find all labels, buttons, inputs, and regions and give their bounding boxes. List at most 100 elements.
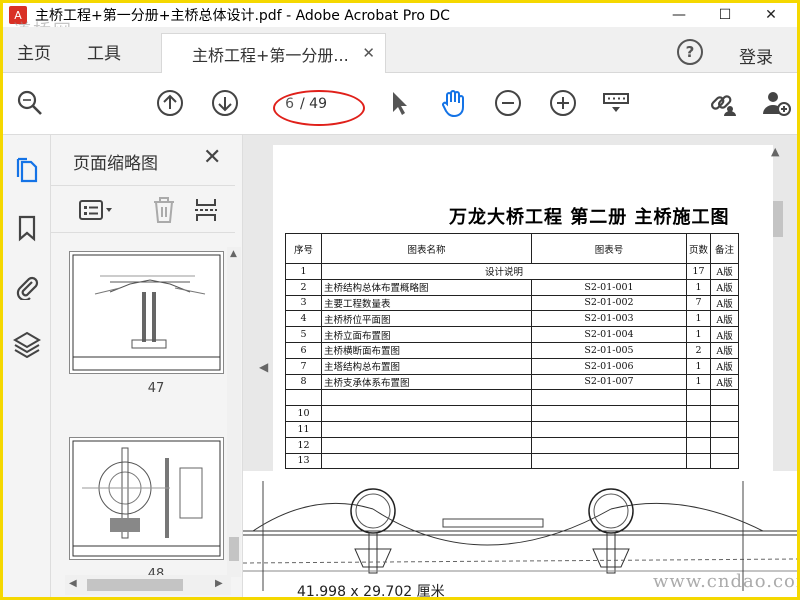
table-cell: 设计说明 bbox=[321, 263, 687, 280]
window-title: 主桥工程+第一分册+主桥总体设计.pdf - Adobe Acrobat Pro… bbox=[35, 8, 450, 24]
hand-tool-icon[interactable] bbox=[438, 88, 468, 118]
table-row: 1 设计说明 17 A版 bbox=[285, 263, 740, 280]
document-vertical-scrollbar[interactable]: ▲ bbox=[767, 145, 791, 475]
scrollbar-thumb[interactable] bbox=[773, 201, 783, 237]
table-cell bbox=[685, 389, 712, 407]
table-cell: 主桥横断面布置图 bbox=[321, 341, 532, 359]
table-cell: 6 bbox=[285, 341, 322, 359]
table-cell: 4 bbox=[285, 310, 322, 328]
table-row: 11 bbox=[285, 420, 740, 438]
table-row: 13 bbox=[285, 452, 740, 470]
login-button[interactable]: 登录 bbox=[739, 43, 773, 68]
zoom-in-icon[interactable] bbox=[548, 88, 578, 118]
table-cell bbox=[710, 405, 740, 422]
table-cell: 1 bbox=[685, 326, 712, 343]
left-icon-strip bbox=[3, 135, 51, 597]
column-header: 序号 bbox=[285, 233, 322, 264]
table-cell: A版 bbox=[710, 373, 740, 391]
scroll-right-icon[interactable]: ▶ bbox=[215, 578, 223, 589]
watermark-bottom: www.cndao.com bbox=[653, 571, 797, 592]
panel-toolbar bbox=[51, 185, 235, 233]
panel-horizontal-scrollbar[interactable]: ◀ ▶ bbox=[65, 575, 231, 595]
table-cell: 10 bbox=[285, 405, 322, 422]
table-row bbox=[285, 389, 740, 407]
page-up-icon[interactable] bbox=[155, 88, 185, 118]
page-down-icon[interactable] bbox=[210, 88, 240, 118]
close-button[interactable]: ✕ bbox=[748, 3, 794, 27]
table-cell: S2-01-005 bbox=[531, 341, 687, 359]
maximize-button[interactable]: ☐ bbox=[702, 3, 748, 27]
title-bar: A 主桥工程+第一分册+主桥总体设计.pdf - Adobe Acrobat P… bbox=[3, 3, 797, 27]
page-thumbnail[interactable] bbox=[69, 251, 224, 374]
table-cell: 13 bbox=[285, 452, 322, 470]
table-cell bbox=[685, 452, 712, 470]
table-cell: S2-01-004 bbox=[531, 326, 687, 343]
table-cell: 主桥桥位平面图 bbox=[321, 310, 532, 328]
table-cell: A版 bbox=[710, 310, 740, 328]
table-cell: S2-01-001 bbox=[531, 278, 687, 296]
scroll-up-icon[interactable]: ▲ bbox=[771, 145, 779, 158]
tab-bar: 主页 工具 主桥工程+第一分册... ✕ ? 登录 bbox=[3, 27, 797, 73]
scroll-up-icon[interactable]: ▲ bbox=[230, 249, 237, 259]
table-cell: A版 bbox=[710, 278, 740, 296]
scroll-left-icon[interactable]: ◀ bbox=[69, 578, 77, 589]
table-cell bbox=[321, 436, 532, 454]
search-icon[interactable] bbox=[15, 88, 45, 118]
bookmark-icon[interactable] bbox=[12, 213, 42, 243]
scrollbar-thumb[interactable] bbox=[229, 537, 239, 561]
layers-icon[interactable] bbox=[12, 329, 42, 359]
page-thumbnail[interactable] bbox=[69, 437, 224, 560]
table-cell bbox=[685, 436, 712, 454]
drawing-index-title: 万龙大桥工程 第二册 主桥施工图 bbox=[449, 207, 730, 228]
delete-page-icon[interactable] bbox=[149, 196, 179, 224]
table-cell: 1 bbox=[685, 310, 712, 328]
table-row: 12 bbox=[285, 436, 740, 454]
table-cell bbox=[685, 420, 712, 438]
add-user-icon[interactable] bbox=[761, 88, 791, 118]
table-cell bbox=[321, 389, 532, 407]
close-tab-icon[interactable]: ✕ bbox=[362, 44, 375, 62]
table-cell: 2 bbox=[285, 278, 322, 296]
table-cell bbox=[710, 389, 740, 407]
document-tab-label: 主桥工程+第一分册... bbox=[192, 45, 349, 65]
scrollbar-thumb[interactable] bbox=[87, 579, 183, 591]
table-cell bbox=[710, 452, 740, 470]
split-page-icon[interactable] bbox=[191, 196, 221, 224]
table-cell: 7 bbox=[685, 294, 712, 312]
select-arrow-icon[interactable] bbox=[384, 88, 414, 118]
table-cell: A版 bbox=[710, 263, 740, 280]
table-cell bbox=[531, 405, 687, 422]
thumbnail-options-icon[interactable] bbox=[75, 196, 119, 224]
panel-title: 页面缩略图 bbox=[73, 154, 158, 174]
drawing-index-table: 序号 图表名称 图表号 页数 备注 1 设计说明 17 A版 2 主桥结构总体布… bbox=[285, 233, 740, 470]
attachment-icon[interactable] bbox=[12, 271, 42, 301]
table-cell: 8 bbox=[285, 373, 322, 391]
help-icon[interactable]: ? bbox=[677, 39, 703, 65]
table-row: 3 主要工程数量表 S2-01-002 7 A版 bbox=[285, 294, 740, 312]
page-number-highlight bbox=[273, 90, 365, 126]
table-cell: 主桥立面布置图 bbox=[321, 326, 532, 343]
share-link-icon[interactable] bbox=[707, 88, 737, 118]
table-cell bbox=[321, 452, 532, 470]
table-cell bbox=[531, 420, 687, 438]
table-cell: 1 bbox=[685, 357, 712, 375]
table-row: 5 主桥立面布置图 S2-01-004 1 A版 bbox=[285, 326, 740, 343]
tab-tools[interactable]: 工具 bbox=[87, 39, 121, 64]
tab-home[interactable]: 主页 bbox=[17, 39, 51, 64]
table-cell: 主桥结构总体布置概略图 bbox=[321, 278, 532, 296]
document-area: ◀ 万龙大桥工程 第二册 主桥施工图 序号 图表名称 图表号 页数 备注 1 设… bbox=[242, 135, 797, 597]
page-thumbnails-icon[interactable] bbox=[12, 155, 42, 185]
tab-document[interactable]: 主桥工程+第一分册... ✕ bbox=[161, 33, 386, 73]
table-header: 序号 图表名称 图表号 页数 备注 bbox=[285, 233, 740, 264]
table-cell: A版 bbox=[710, 326, 740, 343]
zoom-out-icon[interactable] bbox=[493, 88, 523, 118]
close-panel-icon[interactable]: ✕ bbox=[203, 145, 221, 170]
minimize-button[interactable]: — bbox=[656, 3, 702, 27]
table-cell: S2-01-007 bbox=[531, 373, 687, 391]
table-row: 10 bbox=[285, 405, 740, 422]
panel-vertical-scrollbar[interactable]: ▲ bbox=[227, 247, 241, 577]
collapse-panel-icon[interactable]: ◀ bbox=[259, 360, 268, 374]
table-cell: S2-01-003 bbox=[531, 310, 687, 328]
keyboard-icon[interactable] bbox=[601, 88, 631, 118]
table-cell: 5 bbox=[285, 326, 322, 343]
